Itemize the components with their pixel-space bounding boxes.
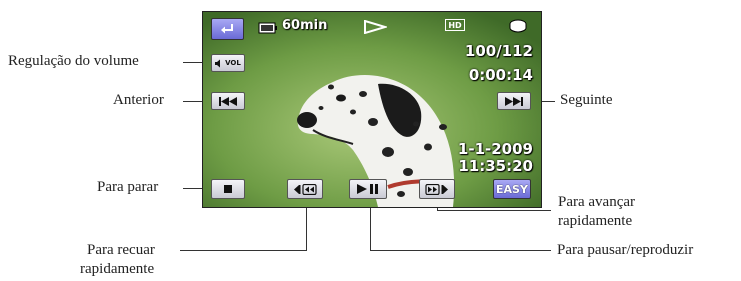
return-button[interactable] (211, 18, 244, 40)
easy-button-label: EASY (496, 182, 528, 196)
hd-quality-label: HD (448, 20, 462, 30)
stop-icon (224, 185, 232, 193)
pause-play-leader-h (370, 250, 551, 251)
fast-forward-icon (425, 183, 448, 195)
next-button[interactable] (497, 92, 531, 110)
stop-button[interactable] (211, 179, 245, 199)
easy-button[interactable]: EASY (493, 179, 531, 199)
next-callout-label: Seguinte (560, 92, 613, 108)
previous-button[interactable] (211, 92, 245, 110)
rewind-callout-label-1: Para recuar (87, 242, 155, 258)
fast-forward-leader-h (437, 210, 551, 211)
file-counter: 100/112 (464, 42, 533, 60)
disk-media-icon (509, 19, 527, 33)
volume-button[interactable]: VOL (211, 54, 245, 72)
rewind-callout-label-2: rapidamente (80, 261, 155, 277)
volume-button-label: VOL (225, 59, 241, 67)
volume-callout-label: Regulação do volume (8, 53, 139, 69)
play-pause-icon (357, 184, 378, 194)
fast-forward-callout-label-2: rapidamente (558, 213, 633, 229)
next-icon (505, 96, 523, 106)
recording-clock: 11:35:20 (458, 157, 533, 175)
stop-callout-label: Para parar (97, 179, 159, 195)
pause-play-callout-label: Para pausar/reproduzir (557, 242, 694, 258)
battery-time: 60min (282, 18, 328, 33)
rewind-icon (294, 183, 317, 195)
rewind-leader-h (180, 250, 307, 251)
recording-date: 1-1-2009 (457, 140, 533, 158)
play-indicator-icon (364, 20, 387, 34)
play-pause-button[interactable] (349, 179, 387, 199)
battery-icon (258, 22, 277, 34)
time-code: 0:00:14 (468, 66, 533, 84)
speaker-icon (215, 59, 221, 67)
previous-icon (219, 96, 237, 106)
hd-quality-icon: HD (445, 19, 465, 31)
previous-callout-label: Anterior (113, 92, 164, 108)
rewind-button[interactable] (287, 179, 323, 199)
fast-forward-callout-label-1: Para avançar (558, 194, 636, 210)
return-icon (220, 24, 233, 34)
playback-screen: 60min HD 100/112 0:00:14 1-1-2009 11:35:… (202, 11, 542, 208)
fast-forward-button[interactable] (419, 179, 455, 199)
